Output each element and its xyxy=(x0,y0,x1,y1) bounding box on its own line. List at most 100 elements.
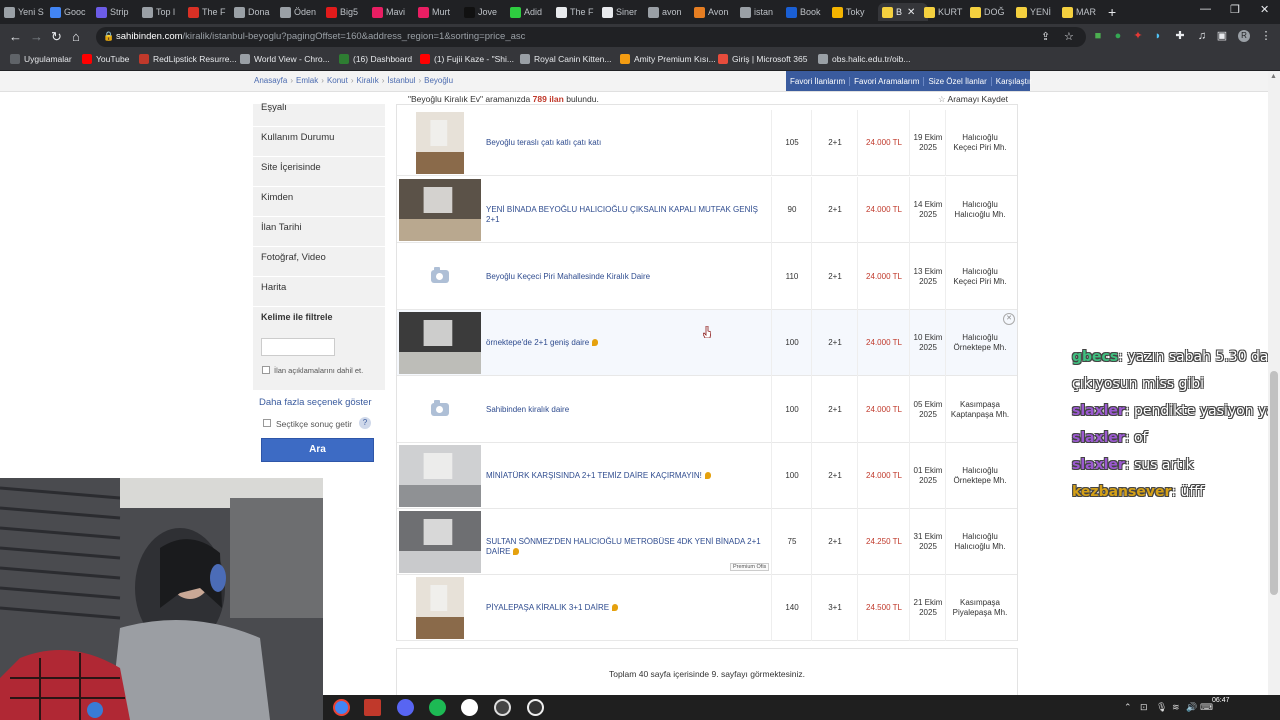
browser-tab[interactable]: Strip xyxy=(96,3,138,21)
listing-photo[interactable] xyxy=(399,511,481,573)
listing-title[interactable]: PİYALEPAŞA KİRALIK 3+1 DAİRE xyxy=(486,603,771,613)
browser-tab[interactable]: Yeni S xyxy=(4,3,46,21)
browser-tab[interactable]: Siner xyxy=(602,3,644,21)
spotify-icon[interactable] xyxy=(429,699,446,716)
tray-chevron-icon[interactable]: ⌃ xyxy=(1124,702,1132,713)
extension-icon[interactable]: ◗ xyxy=(1152,30,1164,42)
no-photo-placeholder[interactable] xyxy=(399,378,481,440)
close-icon[interactable]: ✕ xyxy=(1003,313,1015,325)
media-icon[interactable]: ♫ xyxy=(1196,30,1208,42)
filter-item[interactable]: Fotoğraf, Video xyxy=(261,252,326,263)
voice-app-icon[interactable] xyxy=(364,699,381,716)
table-row[interactable]: MİNİATÜRK KARŞISINDA 2+1 TEMİZ DAİRE KAÇ… xyxy=(397,443,1017,509)
scrollbar-thumb[interactable] xyxy=(1270,371,1278,595)
menu-icon[interactable]: ⋮ xyxy=(1260,30,1272,42)
close-tab-icon[interactable]: ✕ xyxy=(907,7,915,18)
bookmark-item[interactable]: Giriş | Microsoft 365 xyxy=(718,54,807,64)
reload-icon[interactable]: ↻ xyxy=(51,29,62,45)
table-row[interactable]: Sahibinden kiralık daire 100 2+1 24.000 TL 0… xyxy=(397,376,1017,443)
table-row[interactable]: Beyoğlu teraslı çatı katlı çatı katı 105 2… xyxy=(397,110,1017,176)
bookmark-item[interactable]: YouTube xyxy=(82,54,129,64)
extension-icon[interactable]: ✦ xyxy=(1132,30,1144,42)
profile-avatar[interactable]: R xyxy=(1238,30,1250,42)
filter-item[interactable]: Harita xyxy=(261,282,286,293)
browser-tab[interactable]: The F xyxy=(188,3,230,21)
address-bar[interactable]: 🔒 sahibinden.com/kiralik/istanbul-beyogl… xyxy=(96,27,1086,47)
filter-item[interactable]: Kullanım Durumu xyxy=(261,132,334,143)
share-icon[interactable]: ⇪ xyxy=(1041,30,1050,43)
new-tab-button[interactable]: + xyxy=(1108,4,1116,20)
browser-tab[interactable]: Jove xyxy=(464,3,506,21)
microphone-icon[interactable]: 🎙 xyxy=(1156,702,1167,713)
listing-photo[interactable] xyxy=(399,312,481,374)
table-row[interactable]: PİYALEPAŞA KİRALIK 3+1 DAİRE 140 3+1 24.500… xyxy=(397,575,1017,641)
forward-icon[interactable]: → xyxy=(30,29,43,44)
bookmark-item[interactable]: obs.halic.edu.tr/oib... xyxy=(818,54,910,64)
keyword-input[interactable] xyxy=(261,338,335,356)
browser-tab[interactable]: Gooc xyxy=(50,3,92,21)
browser-tab[interactable]: Avon xyxy=(694,3,736,21)
user-link[interactable]: Favori Aramalarım xyxy=(850,76,925,86)
browser-tab[interactable]: Book xyxy=(786,3,828,21)
browser-tab[interactable]: Dona xyxy=(234,3,276,21)
browser-tab[interactable]: Adid xyxy=(510,3,552,21)
browser-tab[interactable]: KURT xyxy=(924,3,966,21)
sidepanel-icon[interactable]: ▣ xyxy=(1216,30,1228,42)
browser-tab[interactable]: The F xyxy=(556,3,598,21)
app-icon[interactable] xyxy=(461,699,478,716)
more-options-link[interactable]: Daha fazla seçenek göster xyxy=(259,397,371,408)
filter-item[interactable]: Kimden xyxy=(261,192,293,203)
browser-tab[interactable]: istan xyxy=(740,3,782,21)
browser-tab[interactable]: B ✕ xyxy=(878,3,928,21)
breadcrumb-link[interactable]: Konut xyxy=(327,76,348,85)
no-photo-placeholder[interactable] xyxy=(399,245,481,307)
listing-title[interactable]: SULTAN SÖNMEZ'DEN HALICIOĞLU METROBÜSE 4… xyxy=(486,537,771,557)
browser-tab[interactable]: Öden xyxy=(280,3,322,21)
extension-icon[interactable]: ■ xyxy=(1092,30,1104,42)
wifi-icon[interactable]: ≋ xyxy=(1172,702,1180,713)
select-as-you-go-checkbox[interactable] xyxy=(263,419,271,427)
listing-photo[interactable] xyxy=(399,445,481,507)
table-row[interactable]: YENİ BİNADA BEYOĞLU HALICIOĞLU ÇIKSALIN … xyxy=(397,177,1017,243)
listing-photo[interactable] xyxy=(399,179,481,241)
table-row[interactable]: örnektepe'de 2+1 geniş daire 100 2+1 24.000… xyxy=(397,310,1017,376)
bookmark-item[interactable]: Uygulamalar xyxy=(10,54,72,64)
breadcrumb-link[interactable]: Beyoğlu xyxy=(424,76,453,85)
home-icon[interactable]: ⌂ xyxy=(72,29,80,44)
include-description-checkbox[interactable] xyxy=(262,366,270,374)
listing-title[interactable]: Beyoğlu Keçeci Piri Mahallesinde Kiralık… xyxy=(486,272,771,282)
breadcrumb-link[interactable]: Kiralık xyxy=(357,76,379,85)
bookmark-item[interactable]: RedLipstick Resurre... xyxy=(139,54,237,64)
browser-tab[interactable]: Top l xyxy=(142,3,184,21)
listing-photo[interactable] xyxy=(416,112,464,174)
bookmark-star-icon[interactable]: ☆ xyxy=(1064,30,1074,43)
page-scrollbar[interactable]: ▲ xyxy=(1268,71,1280,695)
listing-photo[interactable] xyxy=(416,577,464,639)
obs-icon[interactable] xyxy=(494,699,511,716)
filter-item[interactable]: İlan Tarihi xyxy=(261,222,302,233)
search-button[interactable]: Ara xyxy=(261,438,374,462)
listing-title[interactable]: Sahibinden kiralık daire xyxy=(486,405,771,415)
extension-icon[interactable]: ● xyxy=(1112,30,1124,42)
browser-tab[interactable]: YENİ xyxy=(1016,3,1058,21)
user-link[interactable]: Karşılaştır xyxy=(992,77,1036,86)
filter-item[interactable]: Site İçerisinde xyxy=(261,162,321,173)
taskbar-clock[interactable]: 06:47 xyxy=(1212,696,1230,705)
filter-item[interactable]: Eşyalı xyxy=(261,102,287,113)
minimize-button[interactable]: — xyxy=(1200,3,1211,15)
bookmark-item[interactable]: Royal Canin Kitten... xyxy=(520,54,611,64)
back-icon[interactable]: ← xyxy=(9,29,22,44)
bookmark-item[interactable]: (16) Dashboard xyxy=(339,54,412,64)
browser-tab[interactable]: Murt xyxy=(418,3,460,21)
browser-tab[interactable]: Toky xyxy=(832,3,874,21)
bookmark-item[interactable]: (1) Fujii Kaze - "Shi... xyxy=(420,54,514,64)
breadcrumb-link[interactable]: Anasayfa xyxy=(254,76,287,85)
bookmark-item[interactable]: Amity Premium Kısı... xyxy=(620,54,716,64)
table-row[interactable]: SULTAN SÖNMEZ'DEN HALICIOĞLU METROBÜSE 4… xyxy=(397,509,1017,575)
browser-tab[interactable]: MAR xyxy=(1062,3,1104,21)
browser-tab[interactable]: Mavi xyxy=(372,3,414,21)
scroll-up-icon[interactable]: ▲ xyxy=(1270,73,1277,80)
media-player-icon[interactable] xyxy=(527,699,544,716)
breadcrumb-link[interactable]: İstanbul xyxy=(387,76,415,85)
browser-tab[interactable]: Big5 xyxy=(326,3,368,21)
